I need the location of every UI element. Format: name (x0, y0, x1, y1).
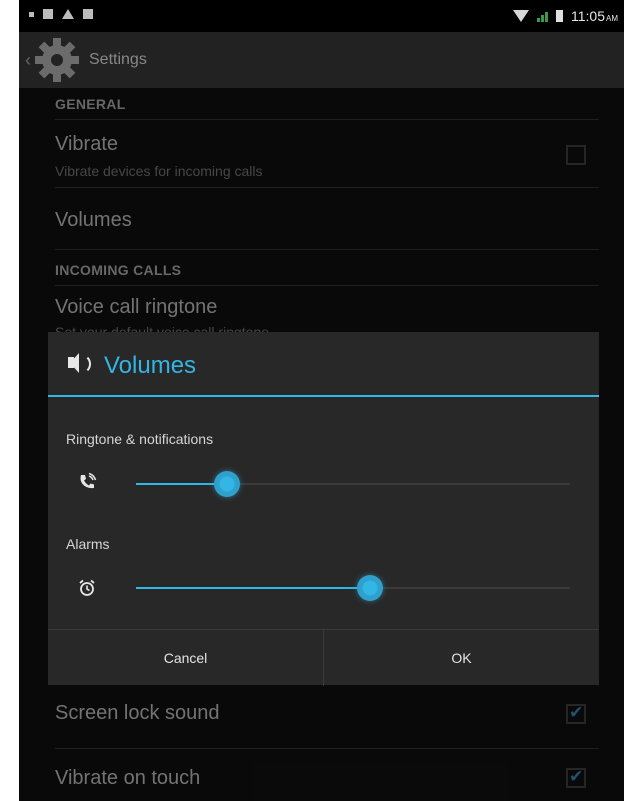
alarms-volume-thumb[interactable] (357, 575, 384, 601)
signal-icon (537, 10, 548, 22)
alarms-volume-label: Alarms (66, 536, 110, 552)
alarm-clock-icon (79, 579, 95, 596)
warning-icon (62, 9, 74, 19)
dialog-title-divider (48, 395, 599, 397)
clock: 11:05AM (571, 8, 618, 24)
ringtone-volume-thumb[interactable] (214, 471, 241, 497)
ok-button[interactable]: OK (324, 630, 599, 686)
wifi-icon (513, 10, 529, 22)
message-icon (83, 9, 93, 19)
notification-dot-icon (29, 11, 34, 17)
settings-gear-icon[interactable] (33, 36, 81, 84)
dialog-title: Volumes (104, 352, 197, 379)
system-icons: 11:05AM (513, 8, 618, 24)
notification-square-icon (43, 9, 53, 19)
action-bar-title: Settings (89, 51, 147, 68)
dialog-header: Volumes (48, 332, 599, 396)
ringtone-phone-icon (80, 472, 97, 489)
ringtone-volume-slider[interactable] (136, 471, 570, 497)
device-screen: 11:05AM ‹ Settings GENERAL Vibrate Vibra… (19, 0, 624, 801)
cancel-button[interactable]: Cancel (48, 630, 324, 686)
clock-time: 11:05 (571, 8, 605, 24)
battery-icon (556, 10, 563, 22)
alarms-volume-fill (136, 587, 371, 589)
action-bar: ‹ Settings (19, 32, 624, 88)
ringtone-volume-label: Ringtone & notifications (66, 431, 214, 447)
dialog-button-bar: Cancel OK (48, 629, 599, 686)
back-caret-icon[interactable]: ‹ (25, 50, 31, 71)
notification-icons (29, 9, 93, 19)
volumes-dialog: Volumes Ringtone & notifications Alarms … (48, 332, 599, 686)
status-bar: 11:05AM (19, 0, 624, 32)
clock-ampm: AM (606, 14, 618, 23)
alarms-volume-slider[interactable] (136, 575, 570, 601)
